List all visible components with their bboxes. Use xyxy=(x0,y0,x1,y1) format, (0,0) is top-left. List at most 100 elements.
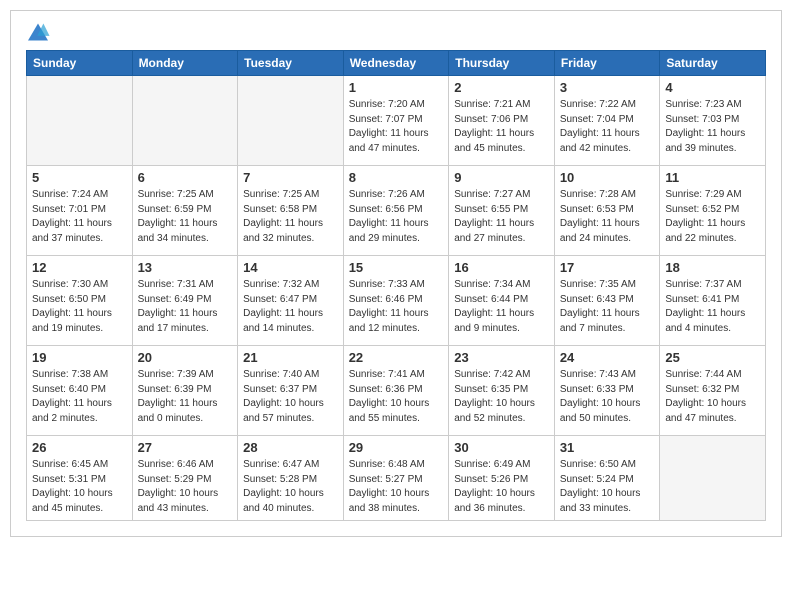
day-number: 24 xyxy=(560,350,655,365)
calendar-cell: 19 Sunrise: 7:38 AM Sunset: 6:40 PM Dayli… xyxy=(27,346,133,436)
calendar-cell: 29 Sunrise: 6:48 AM Sunset: 5:27 PM Dayli… xyxy=(343,436,449,521)
calendar-cell: 11 Sunrise: 7:29 AM Sunset: 6:52 PM Dayli… xyxy=(660,166,766,256)
day-info: Sunrise: 6:46 AM Sunset: 5:29 PM Dayligh… xyxy=(138,458,233,516)
calendar-cell: 4 Sunrise: 7:23 AM Sunset: 7:03 PM Daylig… xyxy=(660,76,766,166)
calendar-cell: 22 Sunrise: 7:41 AM Sunset: 6:36 PM Dayli… xyxy=(343,346,449,436)
day-number: 31 xyxy=(560,440,655,455)
day-info: Sunrise: 7:31 AM Sunset: 6:49 PM Dayligh… xyxy=(138,278,233,336)
day-number: 1 xyxy=(349,80,444,95)
day-number: 25 xyxy=(665,350,760,365)
calendar-container: SundayMondayTuesdayWednesdayThursdayFrid… xyxy=(10,10,782,537)
weekday-header: Saturday xyxy=(660,51,766,76)
calendar-cell: 13 Sunrise: 7:31 AM Sunset: 6:49 PM Dayli… xyxy=(132,256,238,346)
day-number: 30 xyxy=(454,440,549,455)
day-info: Sunrise: 7:27 AM Sunset: 6:55 PM Dayligh… xyxy=(454,188,549,246)
day-number: 9 xyxy=(454,170,549,185)
day-number: 12 xyxy=(32,260,127,275)
day-number: 18 xyxy=(665,260,760,275)
calendar-cell: 2 Sunrise: 7:21 AM Sunset: 7:06 PM Daylig… xyxy=(449,76,555,166)
day-number: 14 xyxy=(243,260,338,275)
day-number: 5 xyxy=(32,170,127,185)
day-number: 2 xyxy=(454,80,549,95)
day-number: 28 xyxy=(243,440,338,455)
day-info: Sunrise: 6:48 AM Sunset: 5:27 PM Dayligh… xyxy=(349,458,444,516)
day-info: Sunrise: 7:34 AM Sunset: 6:44 PM Dayligh… xyxy=(454,278,549,336)
calendar-cell xyxy=(27,76,133,166)
calendar-cell: 21Sunrise: 7:40 AM Sunset: 6:37 PM Dayli… xyxy=(238,346,344,436)
calendar-cell: 12Sunrise: 7:30 AM Sunset: 6:50 PM Dayli… xyxy=(27,256,133,346)
day-number: 17 xyxy=(560,260,655,275)
day-info: Sunrise: 6:47 AM Sunset: 5:28 PM Dayligh… xyxy=(243,458,338,516)
calendar-cell: 20 Sunrise: 7:39 AM Sunset: 6:39 PM Dayli… xyxy=(132,346,238,436)
calendar-cell: 17 Sunrise: 7:35 AM Sunset: 6:43 PM Dayli… xyxy=(554,256,660,346)
calendar-cell: 31 Sunrise: 6:50 AM Sunset: 5:24 PM Dayli… xyxy=(554,436,660,521)
day-number: 29 xyxy=(349,440,444,455)
day-info: Sunrise: 7:42 AM Sunset: 6:35 PM Dayligh… xyxy=(454,368,549,426)
day-number: 20 xyxy=(138,350,233,365)
day-info: Sunrise: 7:35 AM Sunset: 6:43 PM Dayligh… xyxy=(560,278,655,336)
calendar-cell: 1Sunrise: 7:20 AM Sunset: 7:07 PM Daylig… xyxy=(343,76,449,166)
calendar-week-row: 19 Sunrise: 7:38 AM Sunset: 6:40 PM Dayli… xyxy=(27,346,766,436)
day-number: 19 xyxy=(32,350,127,365)
calendar-cell: 7 Sunrise: 7:25 AM Sunset: 6:58 PM Daylig… xyxy=(238,166,344,256)
day-info: Sunrise: 7:33 AM Sunset: 6:46 PM Dayligh… xyxy=(349,278,444,336)
calendar-cell: 27 Sunrise: 6:46 AM Sunset: 5:29 PM Dayli… xyxy=(132,436,238,521)
day-info: Sunrise: 6:45 AM Sunset: 5:31 PM Dayligh… xyxy=(32,458,127,516)
day-info: Sunrise: 7:24 AM Sunset: 7:01 PM Dayligh… xyxy=(32,188,127,246)
calendar-cell: 3 Sunrise: 7:22 AM Sunset: 7:04 PM Daylig… xyxy=(554,76,660,166)
calendar-cell: 14Sunrise: 7:32 AM Sunset: 6:47 PM Dayli… xyxy=(238,256,344,346)
calendar-cell: 8 Sunrise: 7:26 AM Sunset: 6:56 PM Daylig… xyxy=(343,166,449,256)
day-info: Sunrise: 7:21 AM Sunset: 7:06 PM Dayligh… xyxy=(454,98,549,156)
day-info: Sunrise: 7:23 AM Sunset: 7:03 PM Dayligh… xyxy=(665,98,760,156)
day-number: 16 xyxy=(454,260,549,275)
day-number: 7 xyxy=(243,170,338,185)
day-info: Sunrise: 7:44 AM Sunset: 6:32 PM Dayligh… xyxy=(665,368,760,426)
calendar-cell: 28 Sunrise: 6:47 AM Sunset: 5:28 PM Dayli… xyxy=(238,436,344,521)
day-number: 6 xyxy=(138,170,233,185)
weekday-header: Wednesday xyxy=(343,51,449,76)
day-number: 8 xyxy=(349,170,444,185)
day-info: Sunrise: 7:26 AM Sunset: 6:56 PM Dayligh… xyxy=(349,188,444,246)
calendar-cell xyxy=(132,76,238,166)
day-number: 22 xyxy=(349,350,444,365)
weekday-header: Tuesday xyxy=(238,51,344,76)
calendar-week-row: 12Sunrise: 7:30 AM Sunset: 6:50 PM Dayli… xyxy=(27,256,766,346)
day-info: Sunrise: 7:40 AM Sunset: 6:37 PM Dayligh… xyxy=(243,368,338,426)
calendar-cell: 10Sunrise: 7:28 AM Sunset: 6:53 PM Dayli… xyxy=(554,166,660,256)
day-info: Sunrise: 7:29 AM Sunset: 6:52 PM Dayligh… xyxy=(665,188,760,246)
day-info: Sunrise: 7:41 AM Sunset: 6:36 PM Dayligh… xyxy=(349,368,444,426)
calendar-cell: 25 Sunrise: 7:44 AM Sunset: 6:32 PM Dayli… xyxy=(660,346,766,436)
weekday-header: Sunday xyxy=(27,51,133,76)
calendar-cell: 26 Sunrise: 6:45 AM Sunset: 5:31 PM Dayli… xyxy=(27,436,133,521)
calendar-cell: 15Sunrise: 7:33 AM Sunset: 6:46 PM Dayli… xyxy=(343,256,449,346)
day-info: Sunrise: 6:49 AM Sunset: 5:26 PM Dayligh… xyxy=(454,458,549,516)
calendar-week-row: 1Sunrise: 7:20 AM Sunset: 7:07 PM Daylig… xyxy=(27,76,766,166)
day-number: 11 xyxy=(665,170,760,185)
day-number: 3 xyxy=(560,80,655,95)
day-number: 27 xyxy=(138,440,233,455)
calendar-week-row: 26 Sunrise: 6:45 AM Sunset: 5:31 PM Dayli… xyxy=(27,436,766,521)
calendar-cell: 5 Sunrise: 7:24 AM Sunset: 7:01 PM Daylig… xyxy=(27,166,133,256)
day-info: Sunrise: 7:22 AM Sunset: 7:04 PM Dayligh… xyxy=(560,98,655,156)
day-info: Sunrise: 7:43 AM Sunset: 6:33 PM Dayligh… xyxy=(560,368,655,426)
calendar-cell: 9 Sunrise: 7:27 AM Sunset: 6:55 PM Daylig… xyxy=(449,166,555,256)
day-info: Sunrise: 6:50 AM Sunset: 5:24 PM Dayligh… xyxy=(560,458,655,516)
calendar-cell xyxy=(660,436,766,521)
weekday-header-row: SundayMondayTuesdayWednesdayThursdayFrid… xyxy=(27,51,766,76)
day-number: 10 xyxy=(560,170,655,185)
day-number: 13 xyxy=(138,260,233,275)
calendar-cell: 6Sunrise: 7:25 AM Sunset: 6:59 PM Daylig… xyxy=(132,166,238,256)
day-info: Sunrise: 7:37 AM Sunset: 6:41 PM Dayligh… xyxy=(665,278,760,336)
calendar-cell: 16 Sunrise: 7:34 AM Sunset: 6:44 PM Dayli… xyxy=(449,256,555,346)
logo-icon xyxy=(26,22,50,42)
day-info: Sunrise: 7:38 AM Sunset: 6:40 PM Dayligh… xyxy=(32,368,127,426)
header xyxy=(26,21,766,42)
day-number: 26 xyxy=(32,440,127,455)
day-info: Sunrise: 7:25 AM Sunset: 6:58 PM Dayligh… xyxy=(243,188,338,246)
weekday-header: Monday xyxy=(132,51,238,76)
day-number: 4 xyxy=(665,80,760,95)
calendar-cell: 18 Sunrise: 7:37 AM Sunset: 6:41 PM Dayli… xyxy=(660,256,766,346)
day-number: 23 xyxy=(454,350,549,365)
calendar-table: SundayMondayTuesdayWednesdayThursdayFrid… xyxy=(26,50,766,521)
day-info: Sunrise: 7:39 AM Sunset: 6:39 PM Dayligh… xyxy=(138,368,233,426)
